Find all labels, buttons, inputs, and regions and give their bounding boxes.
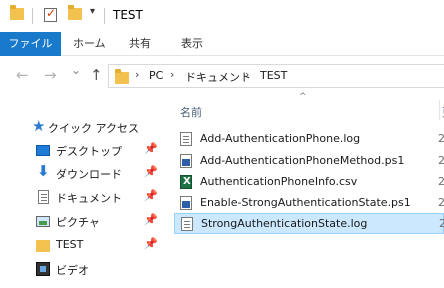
sidebar-item-videos[interactable]: ビデオ: [0, 257, 168, 281]
column-header-name[interactable]: 名前: [180, 104, 202, 120]
folder-icon: [115, 69, 129, 84]
breadcrumb-separator: ›: [170, 68, 175, 81]
file-name: Add-AuthenticationPhone.log: [200, 132, 361, 145]
breadcrumb-pc[interactable]: PC: [149, 69, 163, 82]
file-date: 2: [439, 217, 444, 230]
file-name: AuthenticationPhoneInfo.csv: [200, 175, 358, 188]
powershell-script-icon: [180, 196, 192, 210]
breadcrumb-separator: ›: [135, 68, 140, 81]
pin-icon[interactable]: 📌: [144, 142, 158, 155]
tab-view[interactable]: 表示: [181, 32, 203, 56]
file-row[interactable]: Enable-StrongAuthenticationState.ps1 2: [174, 193, 444, 214]
breadcrumb-test[interactable]: TEST: [260, 69, 287, 82]
sidebar-item-label: デスクトップ: [56, 145, 122, 158]
sidebar-item-test[interactable]: TEST 📌: [0, 233, 168, 257]
new-folder-icon[interactable]: [68, 5, 82, 20]
sidebar-item-label: クイック アクセス: [48, 122, 139, 135]
back-button[interactable]: ←: [16, 66, 29, 84]
sidebar-item-desktop[interactable]: デスクトップ 📌: [0, 138, 168, 162]
up-button[interactable]: ↑: [90, 66, 103, 84]
navigation-bar: ← → ⌄ ↑ › PC › ドキュメント › TEST: [0, 56, 444, 96]
videos-icon: [36, 262, 50, 276]
file-row[interactable]: Add-AuthenticationPhoneMethod.ps1 2: [174, 151, 444, 172]
log-file-icon: [180, 132, 192, 146]
sidebar-item-label: ドキュメント: [56, 192, 122, 205]
file-date: 2: [438, 132, 444, 145]
file-row-selected[interactable]: StrongAuthenticationState.log 2: [174, 213, 444, 234]
log-file-icon: [181, 217, 193, 231]
recent-locations-button[interactable]: ⌄: [71, 63, 81, 77]
powershell-script-icon: [180, 154, 192, 168]
pin-icon[interactable]: 📌: [144, 213, 158, 226]
breadcrumb-separator: ›: [245, 68, 250, 81]
tab-file[interactable]: ファイル: [0, 32, 61, 56]
pin-icon[interactable]: 📌: [144, 165, 158, 178]
tab-share[interactable]: 共有: [129, 32, 151, 56]
sidebar-item-label: ピクチャ: [56, 216, 100, 229]
sidebar-item-downloads[interactable]: ⬇ ダウンロード 📌: [0, 161, 168, 185]
divider: [104, 8, 105, 24]
sidebar-item-pictures[interactable]: ピクチャ 📌: [0, 209, 168, 233]
sidebar-item-label: ビデオ: [56, 264, 89, 277]
tab-home[interactable]: ホーム: [73, 32, 106, 56]
sidebar-item-documents[interactable]: ドキュメント 📌: [0, 185, 168, 209]
file-name: StrongAuthenticationState.log: [201, 217, 368, 230]
navigation-pane: ★ クイック アクセス デスクトップ 📌 ⬇ ダウンロード 📌 ドキュメント 📌…: [0, 96, 168, 288]
title-bar: ▾ TEST: [0, 0, 444, 32]
excel-csv-icon: [180, 175, 192, 189]
window-title: TEST: [113, 8, 143, 22]
file-row[interactable]: Add-AuthenticationPhone.log 2: [174, 129, 444, 150]
file-row[interactable]: AuthenticationPhoneInfo.csv 2: [174, 172, 444, 193]
sidebar-item-quick-access[interactable]: ★ クイック アクセス: [0, 115, 168, 139]
folder-icon: [10, 5, 24, 20]
folder-icon: [36, 240, 50, 252]
pin-icon[interactable]: 📌: [144, 189, 158, 202]
file-date: 2: [438, 196, 444, 209]
file-date: 2: [438, 175, 444, 188]
desktop-icon: [36, 145, 50, 156]
file-name: Enable-StrongAuthenticationState.ps1: [200, 196, 411, 209]
ribbon: ファイル ホーム 共有 表示: [0, 32, 444, 56]
customize-toolbar-button[interactable]: ▾: [90, 6, 95, 17]
documents-icon: [38, 190, 49, 204]
sort-ascending-icon: ^: [299, 92, 307, 102]
file-name: Add-AuthenticationPhoneMethod.ps1: [200, 154, 405, 167]
sidebar-item-label: ダウンロード: [56, 168, 122, 181]
pin-icon[interactable]: 📌: [144, 237, 158, 250]
star-icon: ★: [32, 117, 46, 135]
download-icon: ⬇: [37, 162, 50, 180]
file-list: ^ 名前 更 Add-AuthenticationPhone.log 2 Add…: [168, 92, 444, 288]
file-date: 2: [438, 154, 444, 167]
sidebar-item-label: TEST: [56, 238, 84, 251]
pictures-icon: [36, 216, 50, 227]
forward-button[interactable]: →: [44, 66, 57, 84]
address-bar[interactable]: › PC › ドキュメント › TEST: [108, 64, 444, 88]
breadcrumb-documents[interactable]: ドキュメント: [185, 69, 251, 85]
properties-icon[interactable]: [44, 6, 57, 22]
column-divider[interactable]: [439, 100, 440, 120]
divider: [32, 8, 33, 24]
